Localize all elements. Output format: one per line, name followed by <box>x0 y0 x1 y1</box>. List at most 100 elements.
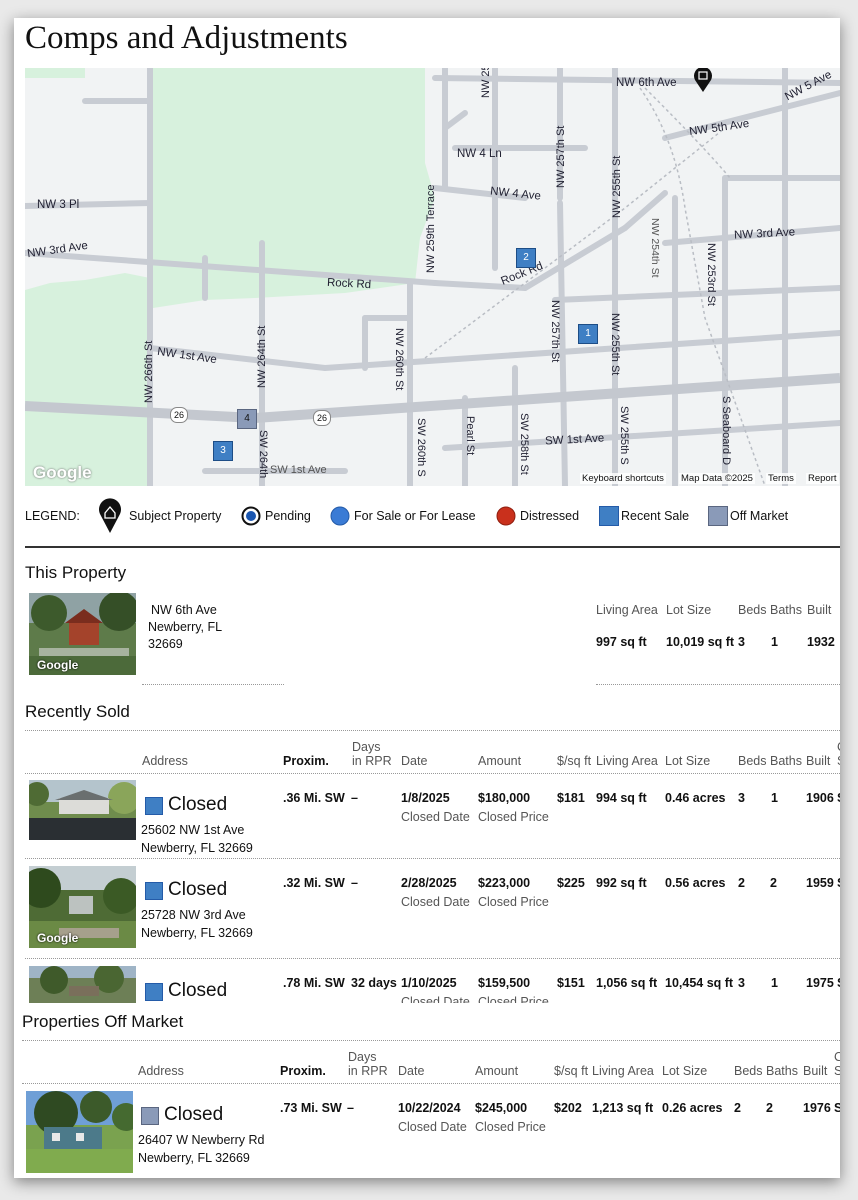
living-area: 992 sq ft <box>596 876 647 890</box>
amount-sub: Closed Price <box>478 995 549 1003</box>
header-baths: Baths <box>770 603 802 617</box>
section-divider <box>25 546 840 548</box>
col-living: Living Area <box>592 1064 654 1078</box>
col-extra-sub: S <box>834 1064 840 1078</box>
baths: 1 <box>771 976 778 990</box>
recent-sale-icon <box>599 506 619 526</box>
living-area: 994 sq ft <box>596 791 647 805</box>
date: 2/28/2025 <box>401 876 457 890</box>
property-photo[interactable] <box>29 966 136 1003</box>
subject-property-pin-icon[interactable] <box>691 68 715 94</box>
route-shield: 26 <box>170 407 188 423</box>
dotted-divider <box>22 1040 840 1041</box>
section-title-off-market: Properties Off Market <box>22 1012 184 1031</box>
recent-sale-icon <box>145 797 163 815</box>
value-beds: 3 <box>738 635 745 649</box>
beds: 3 <box>738 791 745 805</box>
value-lot-size: 10,019 sq ft <box>666 635 735 649</box>
google-watermark: Google <box>37 658 79 672</box>
dotted-divider <box>22 1083 840 1084</box>
amount-sub: Closed Price <box>475 1120 546 1134</box>
price-per-sqft: $151 <box>557 976 585 990</box>
legend-label: LEGEND: <box>25 509 80 523</box>
proximity: .78 Mi. SW <box>283 976 345 990</box>
street-label: NW 4 Ln <box>457 148 502 160</box>
col-days-sub: in RPR <box>348 1064 388 1078</box>
price-per-sqft: $181 <box>557 791 585 805</box>
col-extra-sub: S <box>837 754 840 768</box>
extra-value: S <box>834 1101 840 1115</box>
map-marker-recent-sale[interactable]: 1 <box>578 324 598 344</box>
address-city: Newberry, FL 32669 <box>141 926 253 940</box>
property-photo[interactable]: Google <box>29 593 136 675</box>
date: 1/8/2025 <box>401 791 450 805</box>
off-market-icon <box>141 1107 159 1125</box>
street-label: Rock Rd <box>326 276 372 292</box>
street-label: NW 264th St <box>256 325 268 388</box>
header-living-area: Living Area <box>596 603 658 617</box>
col-psf: $/sq ft <box>557 754 592 768</box>
amount: $223,000 <box>478 876 531 890</box>
col-psf: $/sq ft <box>554 1064 589 1078</box>
street-label: NW 258th <box>480 68 492 98</box>
street-label: SW 1st Ave <box>270 464 327 476</box>
baths: 2 <box>766 1101 773 1115</box>
property-photo[interactable] <box>29 780 136 840</box>
recent-sale-icon <box>145 983 163 1001</box>
date-sub: Closed Date <box>398 1120 467 1134</box>
lot-size: 0.26 acres <box>662 1101 723 1115</box>
legend-item-distressed: Distressed <box>520 509 580 523</box>
living-area: 1,213 sq ft <box>592 1101 654 1115</box>
col-amount: Amount <box>475 1064 519 1078</box>
status-label: Closed <box>168 980 228 1001</box>
dotted-divider <box>25 858 840 859</box>
comps-map[interactable]: NW 6th Ave NW 5 Ave NW 5th Ave NW 4 Ln N… <box>25 68 840 486</box>
col-address: Address <box>142 754 188 768</box>
distressed-icon <box>496 506 516 526</box>
map-terms-link[interactable]: Terms <box>766 473 796 484</box>
map-marker-off-market[interactable]: 4 <box>237 409 257 429</box>
proximity: .36 Mi. SW <box>283 791 345 805</box>
value-built: 1932 <box>807 635 835 649</box>
street-label: NW 257th St <box>555 125 567 188</box>
map-marker-recent-sale[interactable]: 2 <box>516 248 536 268</box>
amount: $159,500 <box>478 976 531 990</box>
beds: 2 <box>734 1101 741 1115</box>
col-living: Living Area <box>596 754 658 768</box>
col-beds: Beds <box>734 1064 763 1078</box>
col-date: Date <box>398 1064 425 1078</box>
header-lot-size: Lot Size <box>666 603 712 617</box>
map-data-attribution: Map Data ©2025 <box>679 473 755 484</box>
amount: $245,000 <box>475 1101 528 1115</box>
address-city: Newberry, FL 32669 <box>138 1151 250 1165</box>
street-label: NW 253rd St <box>705 243 717 306</box>
amount-sub: Closed Price <box>478 895 549 909</box>
address-street: NW 6th Ave <box>151 603 217 617</box>
living-area: 1,056 sq ft <box>596 976 658 990</box>
col-built: Built <box>803 1064 828 1078</box>
page-title: Comps and Adjustments <box>25 20 348 56</box>
days-in-rpr: – <box>347 1101 354 1115</box>
property-photo[interactable]: Google <box>29 866 136 948</box>
table-row[interactable]: Closed .78 Mi. SW 32 days 1/10/2025 Clos… <box>14 963 840 1003</box>
route-shield: 26 <box>313 410 331 426</box>
legend-item-off-market: Off Market <box>730 509 789 523</box>
street-label: NW 6th Ave <box>616 77 677 89</box>
map-report-link[interactable]: Report <box>806 473 839 484</box>
legend-item-recent-sale: Recent Sale <box>621 509 690 523</box>
house-photo <box>29 966 136 1003</box>
address-city: Newberry, FL 32669 <box>141 841 253 855</box>
street-label: NW 257th St <box>549 300 561 363</box>
beds: 3 <box>738 976 745 990</box>
map-keyboard-shortcuts-link[interactable]: Keyboard shortcuts <box>580 473 666 484</box>
status-label: Closed <box>168 794 228 815</box>
status-label: Closed <box>168 879 228 900</box>
address-city: Newberry, FL <box>148 620 223 634</box>
price-per-sqft: $202 <box>554 1101 582 1115</box>
amount: $180,000 <box>478 791 531 805</box>
property-photo[interactable] <box>26 1091 133 1173</box>
dotted-divider <box>25 958 840 959</box>
map-marker-recent-sale[interactable]: 3 <box>213 441 233 461</box>
dotted-divider <box>25 730 840 731</box>
address-street: 25728 NW 3rd Ave <box>141 908 246 922</box>
